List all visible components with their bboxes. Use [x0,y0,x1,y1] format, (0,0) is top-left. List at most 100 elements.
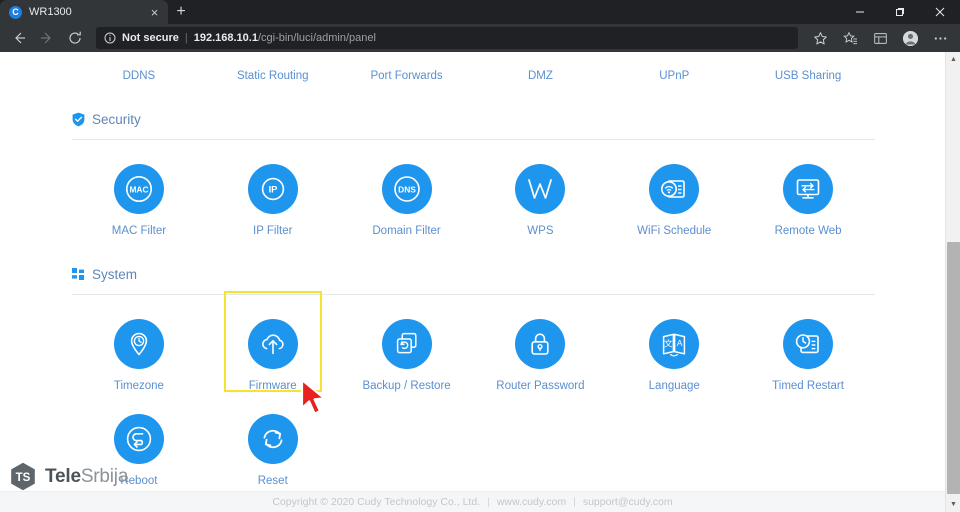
tile-label: Remote Web [775,225,842,237]
not-secure-info-icon[interactable] [104,32,116,44]
footer-copyright: Copyright © 2020 Cudy Technology Co., Lt… [272,496,480,508]
tile-ip-filter[interactable]: IP IP Filter [206,158,340,237]
address-bar[interactable]: Not secure | 192.168.10.1/cgi-bin/luci/a… [96,27,798,49]
section-title: System [92,267,137,282]
tile-label: Port Forwards [370,70,442,82]
tile-label: DMZ [528,70,553,82]
forward-arrow-icon[interactable] [34,26,60,50]
svg-text:DNS: DNS [398,184,416,194]
svg-text:MAC: MAC [129,184,148,194]
tile-label: Domain Filter [372,225,440,237]
svg-text:IP: IP [268,184,277,195]
security-tile-row: MAC MAC Filter IP IP Filter [72,158,875,237]
url-path: /cgi-bin/luci/admin/panel [258,32,376,44]
tile-language[interactable]: 文 A Language [607,313,741,392]
tile-static-routing[interactable]: Static Routing [206,64,340,82]
scrollbar-thumb[interactable] [947,242,960,494]
tile-label: WiFi Schedule [637,225,711,237]
timezone-pin-clock-icon [114,319,164,369]
section-header-system: System [72,267,875,282]
router-admin-page: DDNS Static Routing Port Forwards DMZ UP… [0,52,945,512]
language-book-icon: 文 A [649,319,699,369]
browser-tab[interactable]: C WR1300 × [0,0,168,24]
footer-website-link[interactable]: www.cudy.com [497,496,566,508]
reboot-arrow-icon [114,414,164,464]
favorites-list-icon[interactable] [836,26,864,50]
cloud-upload-icon [248,319,298,369]
vertical-scrollbar[interactable]: ▲ ▼ [945,52,960,512]
timed-restart-clock-icon [783,319,833,369]
section-divider [72,294,875,295]
close-icon[interactable]: × [147,5,162,20]
footer-separator: | [573,496,576,508]
shield-check-icon [72,112,85,127]
tile-domain-filter[interactable]: DNS Domain Filter [340,158,474,237]
settings-more-icon[interactable] [926,26,954,50]
tile-timezone[interactable]: Timezone [72,313,206,392]
tile-mac-filter[interactable]: MAC MAC Filter [72,158,206,237]
tile-timed-restart[interactable]: Timed Restart [741,313,875,392]
watermark-text: TeleSrbija [45,466,128,488]
scroll-up-arrow-icon[interactable]: ▲ [946,52,960,67]
section-divider [72,139,875,140]
page-viewport: DDNS Static Routing Port Forwards DMZ UP… [0,52,960,512]
tile-dmz[interactable]: DMZ [473,64,607,82]
profile-avatar-icon[interactable] [896,26,924,50]
telesrbija-hex-logo-icon: TS [10,462,36,491]
tile-router-password[interactable]: Router Password [473,313,607,392]
tile-wifi-schedule[interactable]: WiFi Schedule [607,158,741,237]
browser-toolbar: Not secure | 192.168.10.1/cgi-bin/luci/a… [0,24,960,52]
watermark-prefix: Tele [45,466,81,487]
reload-icon[interactable] [62,26,88,50]
tile-label: Backup / Restore [362,380,450,392]
minimize-button[interactable] [840,0,880,24]
window-controls [840,0,960,24]
new-tab-button[interactable]: + [168,0,194,24]
tile-label: MAC Filter [112,225,166,237]
reset-refresh-icon [248,414,298,464]
backup-restore-icon [382,319,432,369]
network-tile-row-partial: DDNS Static Routing Port Forwards DMZ UP… [72,52,875,82]
tab-title: WR1300 [29,6,140,18]
tile-ddns[interactable]: DDNS [72,64,206,82]
tile-label: Static Routing [237,70,309,82]
tile-port-forwards[interactable]: Port Forwards [340,64,474,82]
tile-label: Reset [258,475,288,487]
footer-email-link[interactable]: support@cudy.com [583,496,673,508]
svg-text:A: A [677,338,683,348]
scroll-down-arrow-icon[interactable]: ▼ [946,497,960,512]
cudy-c-icon: C [9,6,22,19]
tile-label: Firmware [249,380,297,392]
grid-squares-icon [72,268,85,281]
padlock-icon [515,319,565,369]
security-status-label: Not secure [122,32,179,44]
tile-usb-sharing[interactable]: USB Sharing [741,64,875,82]
ip-circle-icon: IP [248,164,298,214]
tile-upnp[interactable]: UPnP [607,64,741,82]
svg-text:文: 文 [664,337,673,348]
section-title: Security [92,112,141,127]
close-button[interactable] [920,0,960,24]
collections-icon[interactable] [866,26,894,50]
watermark-suffix: Srbija [81,466,128,487]
tile-remote-web[interactable]: Remote Web [741,158,875,237]
tile-backup-restore[interactable]: Backup / Restore [340,313,474,392]
url-text: 192.168.10.1/cgi-bin/luci/admin/panel [194,32,790,44]
back-arrow-icon[interactable] [6,26,32,50]
section-header-security: Security [72,112,875,127]
tile-label: USB Sharing [775,70,841,82]
tile-label: DDNS [123,70,156,82]
tile-reset[interactable]: Reset [206,408,340,487]
wps-w-icon [515,164,565,214]
tile-label: Timed Restart [772,380,844,392]
telesrbija-watermark: TS TeleSrbija [10,462,128,491]
omnibox-divider: | [185,32,188,44]
favorite-star-icon[interactable] [806,26,834,50]
tile-wps[interactable]: WPS [473,158,607,237]
url-host: 192.168.10.1 [194,32,258,44]
footer-separator: | [487,496,490,508]
page-content: DDNS Static Routing Port Forwards DMZ UP… [0,52,945,487]
maximize-button[interactable] [880,0,920,24]
page-footer: Copyright © 2020 Cudy Technology Co., Lt… [0,491,945,512]
tile-firmware[interactable]: Firmware [206,313,340,392]
